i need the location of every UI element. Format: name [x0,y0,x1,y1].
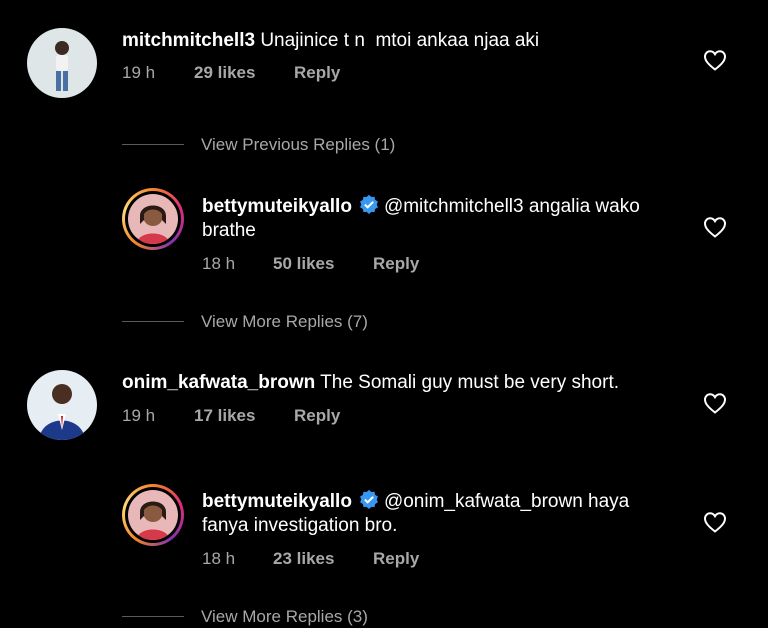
divider-line [122,144,184,145]
avatar-bettymuteikyallo[interactable] [128,490,178,540]
heart-outline-icon[interactable] [703,511,727,533]
reply-button[interactable]: Reply [294,63,340,83]
reply-button[interactable]: Reply [373,549,419,569]
comment-text: onim_kafwata_brown The Somali guy must b… [122,371,619,395]
reply-body-line1: @mitchmitchell3 angalia wako [383,196,640,217]
story-ring[interactable] [122,484,184,546]
comment-time: 19 h [122,63,156,82]
reply-time: 18 h [202,254,236,273]
reply-body-line2: fanya investigation bro. [202,515,398,536]
reply-body-line1: @onim_kafwata_brown haya [383,491,630,512]
reply-likes[interactable]: 50 likes [273,254,334,274]
avatar-onim_kafwata_brown[interactable] [27,370,97,440]
reply-button[interactable]: Reply [294,406,340,426]
reply-username[interactable]: bettymuteikyallo [202,491,352,512]
view-more-replies[interactable]: View More Replies (3) [201,607,368,627]
comment-time: 19 h [122,406,156,425]
comment-likes[interactable]: 29 likes [194,63,255,83]
heart-outline-icon[interactable] [703,49,727,71]
story-ring[interactable] [122,188,184,250]
reply-body-line2: brathe [202,220,256,241]
verified-badge-icon [360,489,378,509]
avatar-mitchmitchell3[interactable] [27,28,97,98]
reply-button[interactable]: Reply [373,254,419,274]
divider-line [122,321,184,322]
heart-outline-icon[interactable] [703,392,727,414]
verified-badge-icon [360,194,378,214]
divider-line [122,616,184,617]
comment-username[interactable]: onim_kafwata_brown [122,372,315,393]
reply-username[interactable]: bettymuteikyallo [202,196,352,217]
comment-body: The Somali guy must be very short. [320,372,619,393]
reply-text: bettymuteikyallo @mitchmitchell3 angalia … [202,194,702,243]
reply-likes[interactable]: 23 likes [273,549,334,569]
avatar-bettymuteikyallo[interactable] [128,194,178,244]
reply-time: 18 h [202,549,236,568]
reply-text: bettymuteikyallo @onim_kafwata_brown haya… [202,489,702,538]
view-previous-replies[interactable]: View Previous Replies (1) [201,135,395,155]
comment-likes[interactable]: 17 likes [194,406,255,426]
heart-outline-icon[interactable] [703,216,727,238]
comment-body: Unajinice t n mtoi ankaa njaa aki [260,30,540,51]
comment-text: mitchmitchell3 Unajinice t n mtoi ankaa … [122,29,539,53]
view-more-replies[interactable]: View More Replies (7) [201,312,368,332]
comment-username[interactable]: mitchmitchell3 [122,30,255,51]
